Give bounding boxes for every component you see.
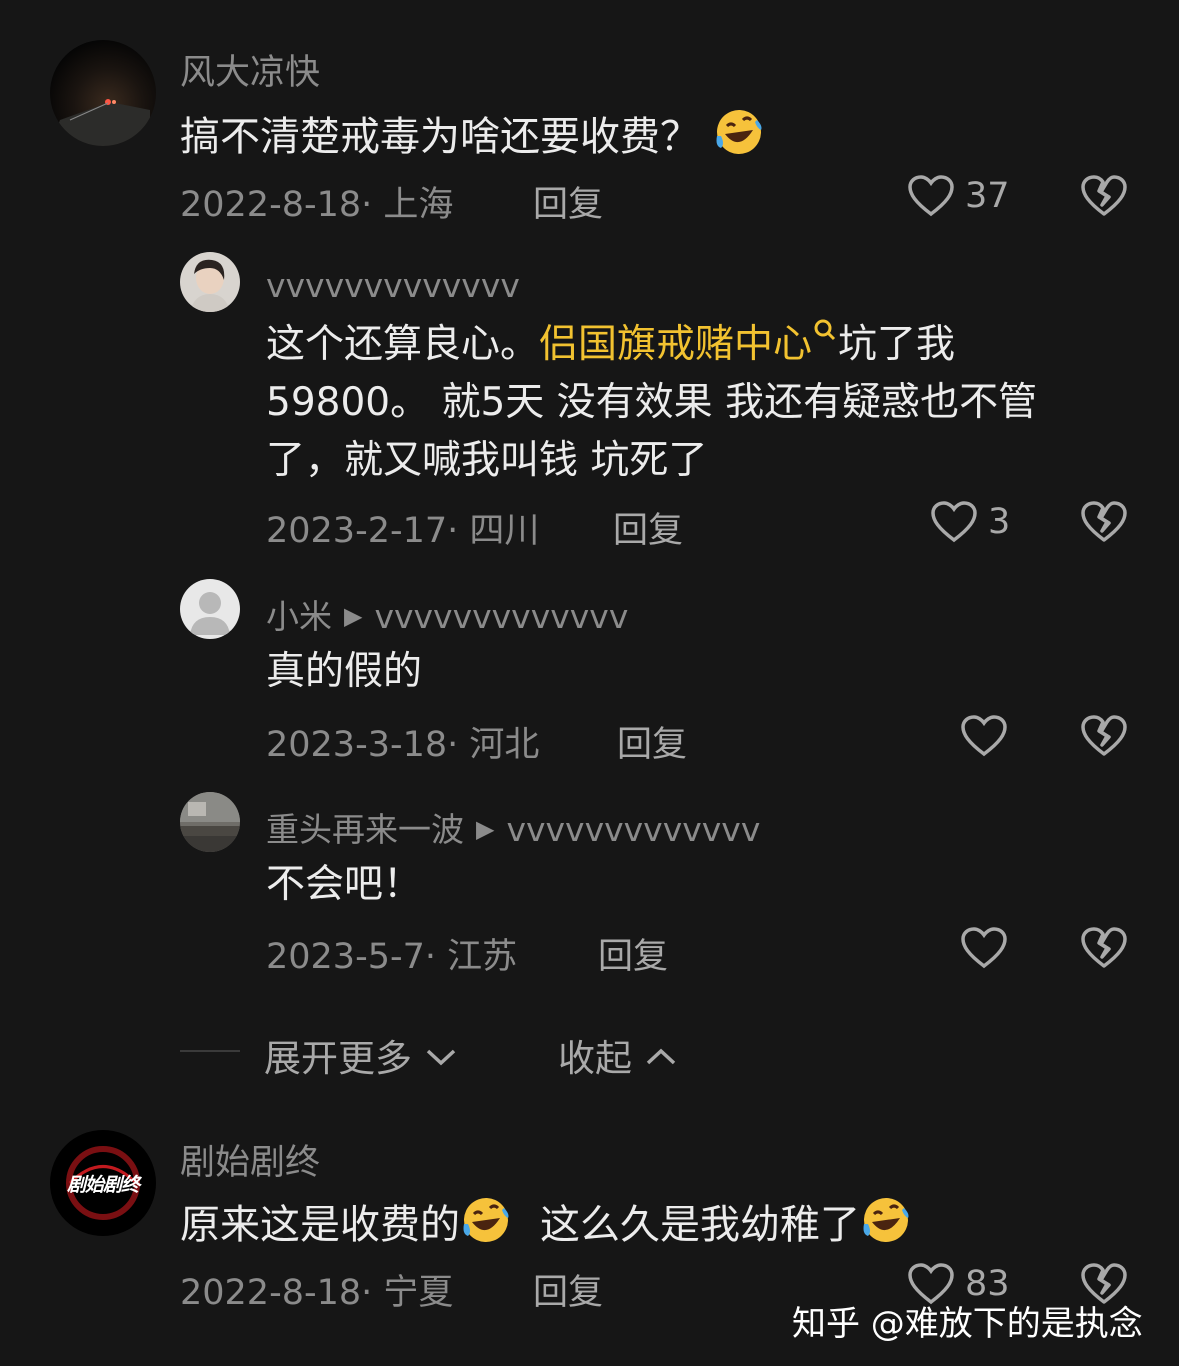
collapse-button[interactable]: 收起 xyxy=(558,1028,678,1082)
reply-text: 不会吧！ xyxy=(266,862,423,907)
reply-meta: 2023-5-7· 江苏 xyxy=(266,928,517,979)
meta-separator: · xyxy=(424,937,448,977)
person-photo xyxy=(190,259,230,312)
dislike-icon[interactable] xyxy=(1080,926,1128,970)
user-silhouette-icon xyxy=(190,592,230,635)
chevron-down-icon xyxy=(426,1049,455,1066)
like-count: 37 xyxy=(965,176,1010,216)
avatar[interactable] xyxy=(50,40,156,146)
reply-date: 2023-2-17 xyxy=(266,511,448,551)
comment-date: 2022-8-18 xyxy=(180,1273,362,1313)
reply-button[interactable]: 回复 xyxy=(613,502,683,553)
chevron-up-icon xyxy=(646,1048,675,1065)
heart-icon[interactable] xyxy=(960,926,1008,970)
collapse-label: 收起 xyxy=(558,1037,632,1080)
like-count: 3 xyxy=(988,502,1011,542)
reply-to-arrow-icon: ▶ xyxy=(344,602,363,630)
expand-more-label: 展开更多 xyxy=(264,1037,412,1080)
comment-text-content: 搞不清楚戒毒为啥还要收费？ xyxy=(180,114,700,160)
reply-date: 2023-3-18 xyxy=(266,725,448,765)
avatar[interactable] xyxy=(180,252,240,312)
reply-username[interactable]: 重头再来一波 xyxy=(266,810,464,849)
reply-username[interactable]: vvvvvvvvvvvvv xyxy=(266,266,520,305)
comment-location: 宁夏 xyxy=(383,1273,454,1313)
reply-header: 重头再来一波 ▶ vvvvvvvvvvvvv xyxy=(266,803,760,851)
dislike-icon[interactable] xyxy=(1080,714,1128,758)
expand-more-button[interactable]: 展开更多 xyxy=(264,1028,458,1082)
rofl-emoji-icon xyxy=(713,106,765,158)
comment-location: 上海 xyxy=(383,185,454,225)
office-photo xyxy=(180,792,240,852)
comment-meta: 2022-8-18· 宁夏 xyxy=(180,1264,453,1315)
comment-username[interactable]: 剧始剧终 xyxy=(180,1134,320,1185)
avatar[interactable] xyxy=(180,792,240,852)
reply-text-part: 这个还算良心。 xyxy=(266,322,540,367)
reply-date: 2023-5-7 xyxy=(266,937,425,977)
reply-to-username[interactable]: vvvvvvvvvvvvv xyxy=(374,597,628,636)
dislike-icon[interactable] xyxy=(1080,500,1128,544)
reply-location: 四川 xyxy=(469,511,540,551)
reply-text: 这个还算良心。侣国旗戒赌中心 坑了我59800。 就5天 没有效果 我还有疑惑也不… xyxy=(266,316,1106,490)
meta-separator: · xyxy=(361,185,384,225)
avatar[interactable]: 剧始剧终 xyxy=(50,1130,156,1236)
heart-icon[interactable] xyxy=(930,500,978,544)
reply-button[interactable]: 回复 xyxy=(617,716,687,767)
comment-text: 原来这是收费的 这么久是我幼稚了 xyxy=(180,1192,912,1250)
heart-icon[interactable] xyxy=(907,174,955,218)
reply-location: 河北 xyxy=(469,725,540,765)
search-tag-label: 侣国旗戒赌中心 xyxy=(539,322,813,367)
reply-button[interactable]: 回复 xyxy=(533,1264,603,1315)
night-road-image xyxy=(50,99,150,146)
default-avatar[interactable] xyxy=(180,579,240,639)
reply-button[interactable]: 回复 xyxy=(533,176,603,227)
comment-text-part: 原来这是收费的 xyxy=(180,1202,460,1248)
comment-text-part: 这么久是我幼稚了 xyxy=(540,1202,860,1248)
search-tag-link[interactable]: 侣国旗戒赌中心 xyxy=(539,319,838,367)
reply-to-username[interactable]: vvvvvvvvvvvvv xyxy=(506,810,760,849)
comment-meta: 2022-8-18· 上海 xyxy=(180,176,453,227)
reply-meta: 2023-2-17· 四川 xyxy=(266,502,539,553)
meta-separator: · xyxy=(447,511,470,551)
meta-separator: · xyxy=(361,1273,384,1313)
thread-divider xyxy=(180,1050,240,1052)
reply-location: 江苏 xyxy=(447,937,518,977)
brand-logo-text: 剧始剧终 xyxy=(66,1174,140,1196)
watermark: 知乎 @难放下的是执念 xyxy=(792,1304,1143,1344)
reply-header: 小米 ▶ vvvvvvvvvvvvv xyxy=(266,590,628,638)
meta-separator: · xyxy=(447,725,470,765)
comment-username[interactable]: 风大凉快 xyxy=(180,44,320,95)
reply-to-arrow-icon: ▶ xyxy=(476,815,495,843)
search-icon xyxy=(814,319,836,341)
reply-meta: 2023-3-18· 河北 xyxy=(266,716,539,767)
rofl-emoji-icon xyxy=(860,1194,912,1246)
heart-icon[interactable] xyxy=(960,714,1008,758)
reply-text: 真的假的 xyxy=(266,649,423,694)
rofl-emoji-icon xyxy=(460,1194,512,1246)
dislike-icon[interactable] xyxy=(1080,174,1128,218)
comment-text: 搞不清楚戒毒为啥还要收费？ xyxy=(180,104,765,162)
reply-username[interactable]: 小米 xyxy=(266,597,332,636)
reply-button[interactable]: 回复 xyxy=(598,928,668,979)
comment-date: 2022-8-18 xyxy=(180,185,362,225)
